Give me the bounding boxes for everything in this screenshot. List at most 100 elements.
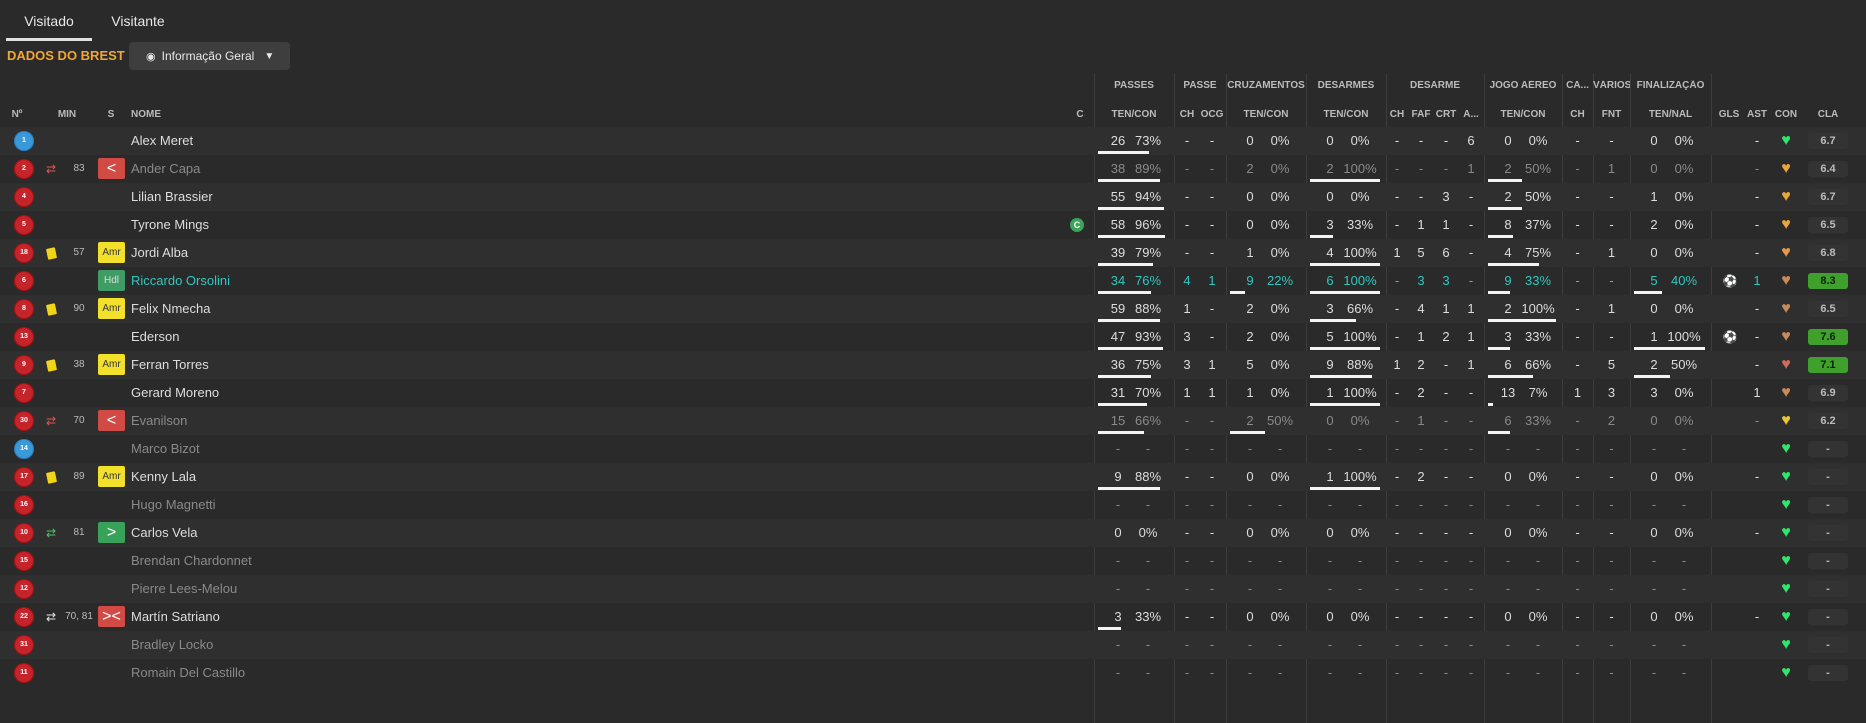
ae-percent: - — [1535, 553, 1541, 568]
ch: - — [1184, 469, 1190, 484]
ds-percent: 0% — [1350, 525, 1370, 540]
tab-visitado[interactable]: Visitado — [6, 0, 92, 42]
player-name[interactable]: Hugo Magnetti — [131, 491, 431, 519]
column-header-c[interactable]: C — [1072, 109, 1088, 120]
minutes-played: 70, 81 — [65, 611, 93, 622]
column-header-ch[interactable]: CH — [1176, 109, 1198, 120]
ast — [1744, 491, 1770, 519]
pass-success-bar — [1098, 291, 1151, 294]
group-header: PASSES — [1114, 80, 1154, 91]
a: 1 — [1467, 329, 1475, 344]
condition-heart-icon: ♥ — [1781, 188, 1791, 205]
cz-percent: 0% — [1270, 357, 1290, 372]
player-name[interactable]: Ferran Torres — [131, 351, 431, 379]
column-header-con[interactable]: CON — [1771, 109, 1801, 120]
player-name[interactable]: Pierre Lees-Melou — [131, 575, 431, 603]
player-name[interactable]: Ander Capa — [131, 155, 431, 183]
ast: - — [1754, 245, 1760, 260]
column-header-fnt[interactable]: FNT — [1593, 109, 1630, 120]
d-ch: - — [1394, 441, 1400, 456]
ch: - — [1184, 441, 1190, 456]
fi-percent: 0% — [1674, 525, 1694, 540]
fi-attempts: 0 — [1650, 161, 1658, 176]
ocg: - — [1209, 497, 1215, 512]
condition-heart-icon: ♥ — [1781, 160, 1791, 177]
a: - — [1468, 497, 1474, 512]
column-header-des[interactable]: TEN/CON — [1306, 109, 1386, 120]
column-header-dch[interactable]: CH — [1386, 109, 1408, 120]
player-name[interactable]: Ederson — [131, 323, 431, 351]
minutes-played: 89 — [73, 471, 85, 482]
column-header-ocg[interactable]: OCG — [1198, 109, 1226, 120]
player-name[interactable]: Lilian Brassier — [131, 183, 431, 211]
ds-percent: - — [1357, 581, 1363, 596]
pass-percent: - — [1145, 637, 1151, 652]
view-dropdown[interactable]: ◉ Informação Geral ▼ — [129, 42, 290, 70]
column-header-min[interactable]: MIN — [52, 109, 82, 120]
ds-attempts: - — [1327, 441, 1333, 456]
column-header-num[interactable]: Nº — [4, 109, 30, 120]
cz-attempts: - — [1247, 441, 1253, 456]
player-name[interactable]: Kenny Lala — [131, 463, 431, 491]
ds-success-bar — [1310, 347, 1380, 350]
ds-percent: 0% — [1350, 133, 1370, 148]
condition-heart-icon: ♥ — [1781, 496, 1791, 513]
column-header-s[interactable]: S — [99, 109, 123, 120]
player-name[interactable]: Brendan Chardonnet — [131, 547, 431, 575]
group-header: FINALIZAÇÃO — [1636, 80, 1705, 91]
minutes-played: 83 — [73, 163, 85, 174]
player-name[interactable]: Romain Del Castillo — [131, 659, 431, 687]
column-header-name[interactable]: NOME — [131, 109, 211, 120]
column-header-ast[interactable]: AST — [1744, 109, 1770, 120]
condition-heart-icon: ♥ — [1781, 328, 1791, 345]
fi-success-bar — [1634, 291, 1662, 294]
a: 1 — [1467, 161, 1475, 176]
ca: - — [1575, 581, 1580, 596]
player-name[interactable]: Marco Bizot — [131, 435, 431, 463]
ae-attempts: - — [1505, 665, 1511, 680]
column-header-a[interactable]: A... — [1458, 109, 1484, 120]
ocg: - — [1209, 581, 1215, 596]
player-name[interactable]: Jordi Alba — [131, 239, 431, 267]
player-name[interactable]: Evanilson — [131, 407, 431, 435]
ae-success-bar — [1488, 319, 1556, 322]
player-name[interactable]: Tyrone Mings — [131, 211, 431, 239]
column-header-cruz[interactable]: TEN/CON — [1226, 109, 1306, 120]
group-header: JOGO AÉREO — [1489, 80, 1557, 91]
column-header-aereo[interactable]: TEN/CON — [1484, 109, 1562, 120]
player-name[interactable]: Carlos Vela — [131, 519, 431, 547]
player-name[interactable]: Gerard Moreno — [131, 379, 431, 407]
column-header-passes[interactable]: TEN/CON — [1094, 109, 1174, 120]
crt: - — [1443, 497, 1449, 512]
ds-success-bar — [1310, 403, 1380, 406]
player-name[interactable]: Martín Satriano — [131, 603, 431, 631]
column-header-gls[interactable]: GLS — [1714, 109, 1744, 120]
ocg: - — [1209, 665, 1215, 680]
player-name[interactable]: Riccardo Orsolini — [131, 267, 431, 295]
pass-percent: 33% — [1134, 609, 1162, 624]
pass-attempts: 0 — [1114, 525, 1122, 540]
pass-success-bar — [1098, 179, 1160, 182]
crt: - — [1443, 581, 1449, 596]
column-header-cla[interactable]: CLA — [1808, 109, 1848, 120]
ae-success-bar — [1488, 235, 1513, 238]
player-name[interactable]: Felix Nmecha — [131, 295, 431, 323]
ds-percent: 0% — [1350, 189, 1370, 204]
column-header-crt[interactable]: CRT — [1434, 109, 1458, 120]
player-name[interactable]: Bradley Locko — [131, 631, 431, 659]
cz-percent: 0% — [1270, 245, 1290, 260]
player-name[interactable]: Alex Meret — [131, 127, 431, 155]
column-header-faf[interactable]: FAF — [1408, 109, 1434, 120]
rating-badge: - — [1808, 581, 1848, 597]
cz-attempts: 5 — [1246, 357, 1254, 372]
status-badge: Amr — [98, 354, 125, 375]
fi-attempts: 0 — [1650, 413, 1658, 428]
column-header-cach[interactable]: CH — [1562, 109, 1593, 120]
ast — [1744, 659, 1770, 687]
fi-attempts: - — [1651, 665, 1657, 680]
tab-visitante[interactable]: Visitante — [98, 0, 178, 42]
cz-attempts: 0 — [1246, 525, 1254, 540]
ae-success-bar — [1488, 375, 1533, 378]
column-header-fin[interactable]: TEN/NAL — [1630, 109, 1711, 120]
ocg: - — [1209, 553, 1215, 568]
